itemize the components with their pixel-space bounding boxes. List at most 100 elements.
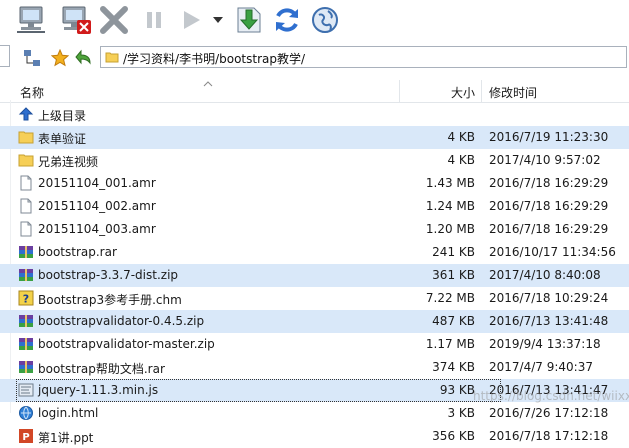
- file-size: 241 KB: [432, 245, 475, 259]
- file-row[interactable]: 20151104_003.amr 1.20 MB 2016/7/18 16:29:2…: [0, 218, 629, 241]
- folder-icon: [105, 52, 119, 63]
- column-header-size[interactable]: 大小: [451, 84, 475, 101]
- file-name: 20151104_003.amr: [38, 222, 156, 236]
- file-icon: [20, 198, 32, 214]
- bookmark-button[interactable]: [50, 48, 70, 68]
- address-bar: /学习资料/李书明/bootstrap教学/: [0, 40, 629, 76]
- file-row[interactable]: login.html 3 KB 2016/7/26 17:12:18: [0, 402, 629, 425]
- stop-button[interactable]: [98, 2, 130, 38]
- file-row[interactable]: 表单验证 4 KB 2016/7/19 11:23:30: [0, 126, 629, 149]
- path-text: /学习资料/李书明/bootstrap教学/: [123, 52, 306, 66]
- network-tree-icon: [24, 50, 40, 66]
- download-button[interactable]: [230, 2, 266, 38]
- file-size: 356 KB: [432, 429, 475, 443]
- file-row[interactable]: bootstrapvalidator-master.zip 1.17 MB 2019…: [0, 333, 629, 356]
- file-row[interactable]: bootstrap-3.3.7-dist.zip 361 KB 2017/4/10 …: [0, 264, 629, 287]
- file-size: 4 KB: [447, 130, 475, 144]
- column-header-modified[interactable]: 修改时间: [489, 84, 537, 101]
- file-name: 表单验证: [38, 132, 87, 146]
- start-button[interactable]: [176, 2, 206, 38]
- file-name: 20151104_001.amr: [38, 176, 156, 190]
- folder-icon: [18, 131, 34, 144]
- file-modified: 2016/7/18 17:12:18: [489, 429, 609, 443]
- file-modified: 2016/7/18 10:29:24: [489, 291, 609, 305]
- column-divider[interactable]: [481, 80, 482, 102]
- help-file-icon: ?: [18, 290, 34, 306]
- file-row[interactable]: 上级目录: [0, 103, 629, 126]
- file-name: 兄弟连视频: [38, 155, 99, 169]
- file-size: 1.20 MB: [425, 222, 475, 236]
- file-size: 361 KB: [432, 268, 475, 282]
- file-name: jquery-1.11.3.min.js: [38, 383, 159, 397]
- file-size: 374 KB: [432, 360, 475, 374]
- column-divider[interactable]: [399, 80, 400, 102]
- archive-rar-icon: [19, 246, 33, 258]
- file-size: 1.17 MB: [425, 337, 475, 351]
- archive-zip-icon: [19, 338, 33, 350]
- file-icon: [20, 221, 32, 237]
- file-size: 93 KB: [439, 383, 475, 397]
- file-size: 1.43 MB: [425, 176, 475, 190]
- file-row[interactable]: ? Bootstrap3参考手册.chm 7.22 MB 2016/7/18 10:2…: [0, 287, 629, 310]
- disconnect-button[interactable]: [56, 2, 94, 38]
- file-icon: [20, 175, 32, 191]
- file-modified: 2016/7/13 13:41:48: [489, 314, 609, 328]
- parent-dir-button[interactable]: [74, 48, 94, 68]
- script-file-icon: [18, 383, 34, 397]
- left-pane-edge: [0, 45, 10, 67]
- file-size: 7.22 MB: [425, 291, 475, 305]
- archive-zip-icon: [19, 269, 33, 281]
- file-name: 上级目录: [38, 109, 87, 123]
- file-name: bootstrap帮助文档.rar: [38, 362, 165, 376]
- web-browser-button[interactable]: [308, 2, 342, 38]
- start-dropdown[interactable]: [210, 2, 226, 38]
- refresh-button[interactable]: [270, 2, 304, 38]
- file-modified: 2016/7/26 17:12:18: [489, 406, 609, 420]
- toolbar: [0, 0, 629, 40]
- file-modified: 2016/7/19 11:23:30: [489, 130, 609, 144]
- back-arrow-icon: [75, 49, 91, 65]
- file-modified: 2017/4/10 8:40:08: [489, 268, 601, 282]
- column-header-name[interactable]: 名称: [20, 84, 44, 101]
- file-modified: 2017/4/10 9:57:02: [489, 153, 601, 167]
- file-row[interactable]: 兄弟连视频 4 KB 2017/4/10 9:57:02: [0, 149, 629, 172]
- x-cross-icon: [100, 6, 128, 34]
- file-row[interactable]: 20151104_001.amr 1.43 MB 2016/7/18 16:29:2…: [0, 172, 629, 195]
- star-icon: [51, 49, 69, 67]
- file-name: bootstrapvalidator-master.zip: [38, 337, 215, 351]
- powerpoint-file-icon: P: [19, 429, 33, 443]
- computer-disconnect-icon: [62, 6, 91, 34]
- file-modified: 2019/9/4 13:37:18: [489, 337, 601, 351]
- file-name: bootstrapvalidator-0.4.5.zip: [38, 314, 205, 328]
- file-row[interactable]: bootstrapvalidator-0.4.5.zip 487 KB 2016/7…: [0, 310, 629, 333]
- file-row[interactable]: bootstrap.rar 241 KB 2016/10/17 11:34:56: [0, 241, 629, 264]
- dropdown-arrow-icon: [213, 17, 223, 23]
- file-size: 487 KB: [432, 314, 475, 328]
- file-row[interactable]: bootstrap帮助文档.rar 374 KB 2017/4/7 9:40:37: [0, 356, 629, 379]
- file-modified: 2016/7/18 16:29:29: [489, 222, 609, 236]
- file-row[interactable]: P 第1讲.ppt 356 KB 2016/7/18 17:12:18: [0, 425, 629, 448]
- connect-button[interactable]: [12, 2, 50, 38]
- watermark: https://blog.csdn.net/wiixx: [473, 389, 629, 403]
- html-file-icon: [19, 406, 33, 420]
- file-name: bootstrap-3.3.7-dist.zip: [38, 268, 179, 282]
- pause-button[interactable]: [140, 2, 168, 38]
- file-size: 3 KB: [447, 406, 475, 420]
- pause-icon: [147, 12, 161, 28]
- svg-text:P: P: [22, 432, 29, 443]
- download-arrow-icon: [237, 7, 261, 33]
- globe-icon: [312, 7, 338, 33]
- computer-network-icon: [17, 6, 45, 33]
- path-input[interactable]: /学习资料/李书明/bootstrap教学/: [100, 46, 627, 68]
- folder-icon: [18, 154, 34, 167]
- site-manager-button[interactable]: [22, 48, 42, 68]
- file-modified: 2016/7/18 16:29:29: [489, 176, 609, 190]
- file-size: 1.24 MB: [425, 199, 475, 213]
- parent-directory-icon: [18, 107, 34, 121]
- play-icon: [184, 11, 200, 29]
- file-size: 4 KB: [447, 153, 475, 167]
- file-modified: 2016/7/18 16:29:29: [489, 199, 609, 213]
- file-row[interactable]: 20151104_002.amr 1.24 MB 2016/7/18 16:29:2…: [0, 195, 629, 218]
- file-name: login.html: [38, 406, 99, 420]
- refresh-icon: [276, 8, 298, 32]
